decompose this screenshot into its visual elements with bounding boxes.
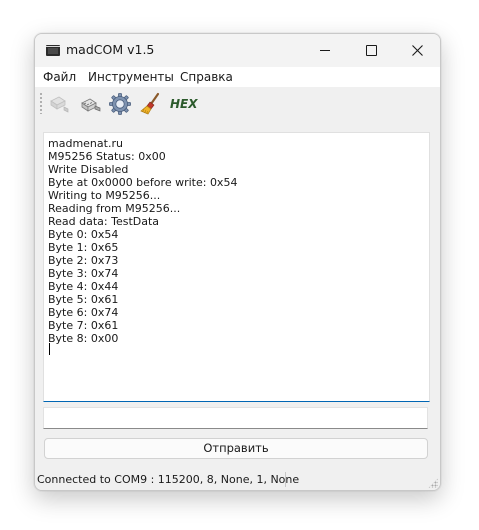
output-line: Reading from M95256... xyxy=(48,202,181,215)
plug-connect-icon xyxy=(50,96,69,113)
connect-button[interactable] xyxy=(47,92,71,116)
app-window: madCOM v1.5 Файл Инструменты Справка HEX… xyxy=(34,33,441,491)
maximize-button[interactable] xyxy=(348,34,394,67)
output-line: Byte 2: 0x73 xyxy=(48,254,119,267)
app-icon xyxy=(46,45,60,56)
output-line: Byte 5: 0x61 xyxy=(48,293,119,306)
output-line: Byte 4: 0x44 xyxy=(48,280,119,293)
output-line: Byte 3: 0x74 xyxy=(48,267,119,280)
title-bar[interactable]: madCOM v1.5 xyxy=(35,34,440,67)
disconnect-button[interactable] xyxy=(79,92,103,116)
gear-icon xyxy=(109,93,131,115)
send-button[interactable]: Отправить xyxy=(44,438,428,459)
resize-grip[interactable] xyxy=(428,478,438,488)
menu-tools[interactable]: Инструменты xyxy=(88,70,174,84)
settings-button[interactable] xyxy=(108,92,132,116)
output-line: Writing to M95256... xyxy=(48,189,161,202)
minimize-button[interactable] xyxy=(302,34,348,67)
output-line: Write Disabled xyxy=(48,163,129,176)
output-line: Byte 0: 0x54 xyxy=(48,228,119,241)
output-log[interactable]: madmenat.ru M95256 Status: 0x00 Write Di… xyxy=(43,132,430,402)
toolbar: HEX xyxy=(35,87,440,120)
status-divider xyxy=(285,472,286,487)
menu-help[interactable]: Справка xyxy=(180,70,233,84)
output-lines: madmenat.ru M95256 Status: 0x00 Write Di… xyxy=(48,137,237,345)
menu-bar: Файл Инструменты Справка xyxy=(35,67,440,87)
status-bar: Connected to COM9 : 115200, 8, None, 1, … xyxy=(35,469,440,490)
plug-disconnect-icon xyxy=(81,98,101,112)
menu-file[interactable]: Файл xyxy=(43,70,76,84)
connection-status: Connected to COM9 : 115200, 8, None, 1, … xyxy=(37,473,300,486)
minimize-icon xyxy=(320,50,330,51)
close-icon xyxy=(411,45,423,56)
output-line: Read data: TestData xyxy=(48,215,160,228)
output-line: Byte 7: 0x61 xyxy=(48,319,119,332)
output-line: Byte 1: 0x65 xyxy=(48,241,119,254)
output-line: madmenat.ru xyxy=(48,137,123,150)
close-button[interactable] xyxy=(394,34,440,67)
output-line: Byte 6: 0x74 xyxy=(48,306,119,319)
hex-toggle-button[interactable]: HEX xyxy=(170,92,200,116)
text-caret xyxy=(49,343,50,355)
output-line: Byte at 0x0000 before write: 0x54 xyxy=(48,176,238,189)
clear-button[interactable] xyxy=(139,92,163,116)
output-line: M95256 Status: 0x00 xyxy=(48,150,166,163)
send-input[interactable] xyxy=(43,407,428,429)
output-line: Byte 8: 0x00 xyxy=(48,332,119,345)
broom-icon xyxy=(140,92,160,115)
toolbar-grip[interactable] xyxy=(40,92,42,114)
window-title: madCOM v1.5 xyxy=(66,42,155,57)
maximize-icon xyxy=(365,45,377,56)
